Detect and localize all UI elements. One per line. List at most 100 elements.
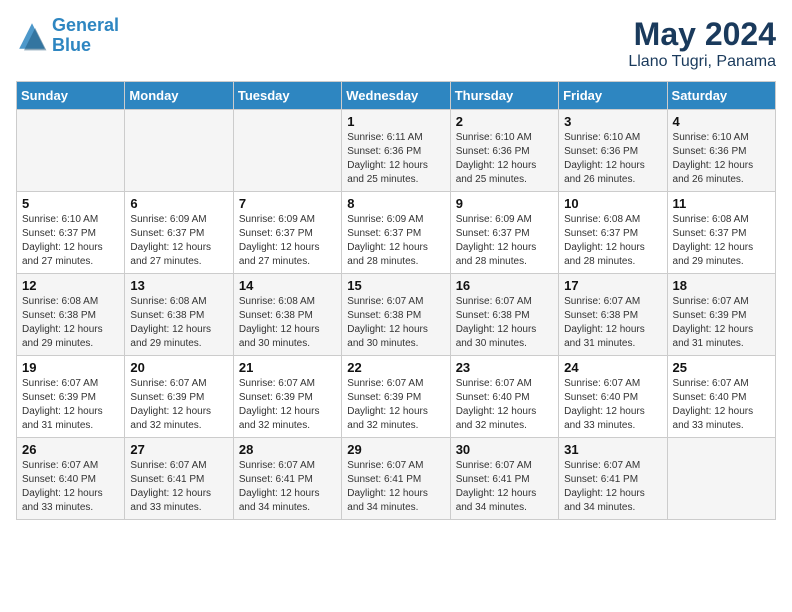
day-header-thursday: Thursday <box>450 82 558 110</box>
calendar-cell: 14Sunrise: 6:08 AM Sunset: 6:38 PM Dayli… <box>233 274 341 356</box>
day-info: Sunrise: 6:07 AM Sunset: 6:41 PM Dayligh… <box>130 459 227 515</box>
day-number: 25 <box>673 360 770 375</box>
day-info: Sunrise: 6:07 AM Sunset: 6:38 PM Dayligh… <box>347 295 444 351</box>
day-info: Sunrise: 6:07 AM Sunset: 6:41 PM Dayligh… <box>456 459 553 515</box>
day-header-saturday: Saturday <box>667 82 775 110</box>
day-number: 20 <box>130 360 227 375</box>
calendar-week-5: 26 Sunrise: 6:07 AM Sunset: 6:40 PM Dayli… <box>17 438 776 520</box>
calendar-cell: 28Sunrise: 6:07 AM Sunset: 6:41 PM Dayli… <box>233 438 341 520</box>
day-info: Sunrise: 6:10 AM Sunset: 6:36 PM Dayligh… <box>456 131 553 187</box>
day-info: Sunrise: 6:07 AM Sunset: 6:39 PM Dayligh… <box>347 377 444 433</box>
day-number: 7 <box>239 196 336 211</box>
calendar-cell: 3 Sunrise: 6:10 AM Sunset: 6:36 PM Daylig… <box>559 110 667 192</box>
day-header-monday: Monday <box>125 82 233 110</box>
day-header-wednesday: Wednesday <box>342 82 450 110</box>
day-number: 13 <box>130 278 227 293</box>
day-number: 8 <box>347 196 444 211</box>
day-number: 6 <box>130 196 227 211</box>
day-number: 26 <box>22 442 119 457</box>
calendar-cell: 17 Sunrise: 6:07 AM Sunset: 6:38 PM Dayli… <box>559 274 667 356</box>
calendar-cell: 1 Sunrise: 6:11 AM Sunset: 6:36 PM Daylig… <box>342 110 450 192</box>
day-number: 4 <box>673 114 770 129</box>
calendar-cell: 8 Sunrise: 6:09 AM Sunset: 6:37 PM Daylig… <box>342 192 450 274</box>
calendar-cell: 2 Sunrise: 6:10 AM Sunset: 6:36 PM Daylig… <box>450 110 558 192</box>
day-info: Sunrise: 6:07 AM Sunset: 6:38 PM Dayligh… <box>564 295 661 351</box>
calendar-cell: 30 Sunrise: 6:07 AM Sunset: 6:41 PM Dayli… <box>450 438 558 520</box>
calendar-cell <box>667 438 775 520</box>
day-number: 23 <box>456 360 553 375</box>
day-number: 27 <box>130 442 227 457</box>
day-info: Sunrise: 6:07 AM Sunset: 6:40 PM Dayligh… <box>22 459 119 515</box>
day-info: Sunrise: 6:07 AM Sunset: 6:40 PM Dayligh… <box>673 377 770 433</box>
location-subtitle: Llano Tugri, Panama <box>628 53 776 71</box>
day-info: Sunrise: 6:07 AM Sunset: 6:40 PM Dayligh… <box>456 377 553 433</box>
day-info: Sunrise: 6:08 AM Sunset: 6:37 PM Dayligh… <box>673 213 770 269</box>
day-info: Sunrise: 6:07 AM Sunset: 6:40 PM Dayligh… <box>564 377 661 433</box>
month-title: May 2024 <box>628 16 776 53</box>
day-info: Sunrise: 6:07 AM Sunset: 6:41 PM Dayligh… <box>239 459 336 515</box>
day-number: 30 <box>456 442 553 457</box>
day-number: 3 <box>564 114 661 129</box>
calendar-week-2: 5 Sunrise: 6:10 AM Sunset: 6:37 PM Daylig… <box>17 192 776 274</box>
day-header-tuesday: Tuesday <box>233 82 341 110</box>
calendar-week-3: 12 Sunrise: 6:08 AM Sunset: 6:38 PM Dayli… <box>17 274 776 356</box>
calendar-table: SundayMondayTuesdayWednesdayThursdayFrid… <box>16 81 776 520</box>
calendar-cell: 25 Sunrise: 6:07 AM Sunset: 6:40 PM Dayli… <box>667 356 775 438</box>
calendar-cell: 15Sunrise: 6:07 AM Sunset: 6:38 PM Dayli… <box>342 274 450 356</box>
calendar-cell: 31Sunrise: 6:07 AM Sunset: 6:41 PM Dayli… <box>559 438 667 520</box>
day-header-sunday: Sunday <box>17 82 125 110</box>
day-info: Sunrise: 6:09 AM Sunset: 6:37 PM Dayligh… <box>239 213 336 269</box>
day-number: 10 <box>564 196 661 211</box>
calendar-cell: 4 Sunrise: 6:10 AM Sunset: 6:36 PM Daylig… <box>667 110 775 192</box>
day-info: Sunrise: 6:10 AM Sunset: 6:37 PM Dayligh… <box>22 213 119 269</box>
calendar-cell: 20 Sunrise: 6:07 AM Sunset: 6:39 PM Dayli… <box>125 356 233 438</box>
calendar-cell: 11 Sunrise: 6:08 AM Sunset: 6:37 PM Dayli… <box>667 192 775 274</box>
calendar-cell: 12 Sunrise: 6:08 AM Sunset: 6:38 PM Dayli… <box>17 274 125 356</box>
day-info: Sunrise: 6:09 AM Sunset: 6:37 PM Dayligh… <box>130 213 227 269</box>
calendar-cell: 19Sunrise: 6:07 AM Sunset: 6:39 PM Dayli… <box>17 356 125 438</box>
calendar-cell: 22Sunrise: 6:07 AM Sunset: 6:39 PM Dayli… <box>342 356 450 438</box>
day-info: Sunrise: 6:11 AM Sunset: 6:36 PM Dayligh… <box>347 131 444 187</box>
calendar-cell <box>233 110 341 192</box>
day-info: Sunrise: 6:10 AM Sunset: 6:36 PM Dayligh… <box>564 131 661 187</box>
calendar-cell: 7 Sunrise: 6:09 AM Sunset: 6:37 PM Daylig… <box>233 192 341 274</box>
day-number: 12 <box>22 278 119 293</box>
calendar-cell: 18Sunrise: 6:07 AM Sunset: 6:39 PM Dayli… <box>667 274 775 356</box>
day-header-friday: Friday <box>559 82 667 110</box>
calendar-cell: 16Sunrise: 6:07 AM Sunset: 6:38 PM Dayli… <box>450 274 558 356</box>
day-number: 29 <box>347 442 444 457</box>
calendar-cell: 10 Sunrise: 6:08 AM Sunset: 6:37 PM Dayli… <box>559 192 667 274</box>
day-number: 14 <box>239 278 336 293</box>
day-number: 1 <box>347 114 444 129</box>
calendar-cell: 27 Sunrise: 6:07 AM Sunset: 6:41 PM Dayli… <box>125 438 233 520</box>
day-info: Sunrise: 6:08 AM Sunset: 6:38 PM Dayligh… <box>130 295 227 351</box>
calendar-cell: 21Sunrise: 6:07 AM Sunset: 6:39 PM Dayli… <box>233 356 341 438</box>
day-info: Sunrise: 6:07 AM Sunset: 6:39 PM Dayligh… <box>673 295 770 351</box>
day-info: Sunrise: 6:10 AM Sunset: 6:36 PM Dayligh… <box>673 131 770 187</box>
day-info: Sunrise: 6:09 AM Sunset: 6:37 PM Dayligh… <box>347 213 444 269</box>
calendar-cell: 23 Sunrise: 6:07 AM Sunset: 6:40 PM Dayli… <box>450 356 558 438</box>
calendar-week-1: 1 Sunrise: 6:11 AM Sunset: 6:36 PM Daylig… <box>17 110 776 192</box>
calendar-cell: 13 Sunrise: 6:08 AM Sunset: 6:38 PM Dayli… <box>125 274 233 356</box>
day-info: Sunrise: 6:07 AM Sunset: 6:39 PM Dayligh… <box>22 377 119 433</box>
calendar-cell <box>17 110 125 192</box>
day-info: Sunrise: 6:09 AM Sunset: 6:37 PM Dayligh… <box>456 213 553 269</box>
calendar-cell: 24Sunrise: 6:07 AM Sunset: 6:40 PM Dayli… <box>559 356 667 438</box>
day-info: Sunrise: 6:07 AM Sunset: 6:39 PM Dayligh… <box>130 377 227 433</box>
day-number: 17 <box>564 278 661 293</box>
day-number: 11 <box>673 196 770 211</box>
day-number: 2 <box>456 114 553 129</box>
day-info: Sunrise: 6:07 AM Sunset: 6:41 PM Dayligh… <box>347 459 444 515</box>
calendar-cell <box>125 110 233 192</box>
day-info: Sunrise: 6:08 AM Sunset: 6:37 PM Dayligh… <box>564 213 661 269</box>
calendar-cell: 9 Sunrise: 6:09 AM Sunset: 6:37 PM Daylig… <box>450 192 558 274</box>
day-number: 5 <box>22 196 119 211</box>
calendar-cell: 5 Sunrise: 6:10 AM Sunset: 6:37 PM Daylig… <box>17 192 125 274</box>
day-number: 16 <box>456 278 553 293</box>
day-number: 31 <box>564 442 661 457</box>
day-number: 9 <box>456 196 553 211</box>
calendar-week-4: 19Sunrise: 6:07 AM Sunset: 6:39 PM Dayli… <box>17 356 776 438</box>
day-info: Sunrise: 6:07 AM Sunset: 6:39 PM Dayligh… <box>239 377 336 433</box>
title-block: May 2024 Llano Tugri, Panama <box>628 16 776 71</box>
day-info: Sunrise: 6:08 AM Sunset: 6:38 PM Dayligh… <box>22 295 119 351</box>
